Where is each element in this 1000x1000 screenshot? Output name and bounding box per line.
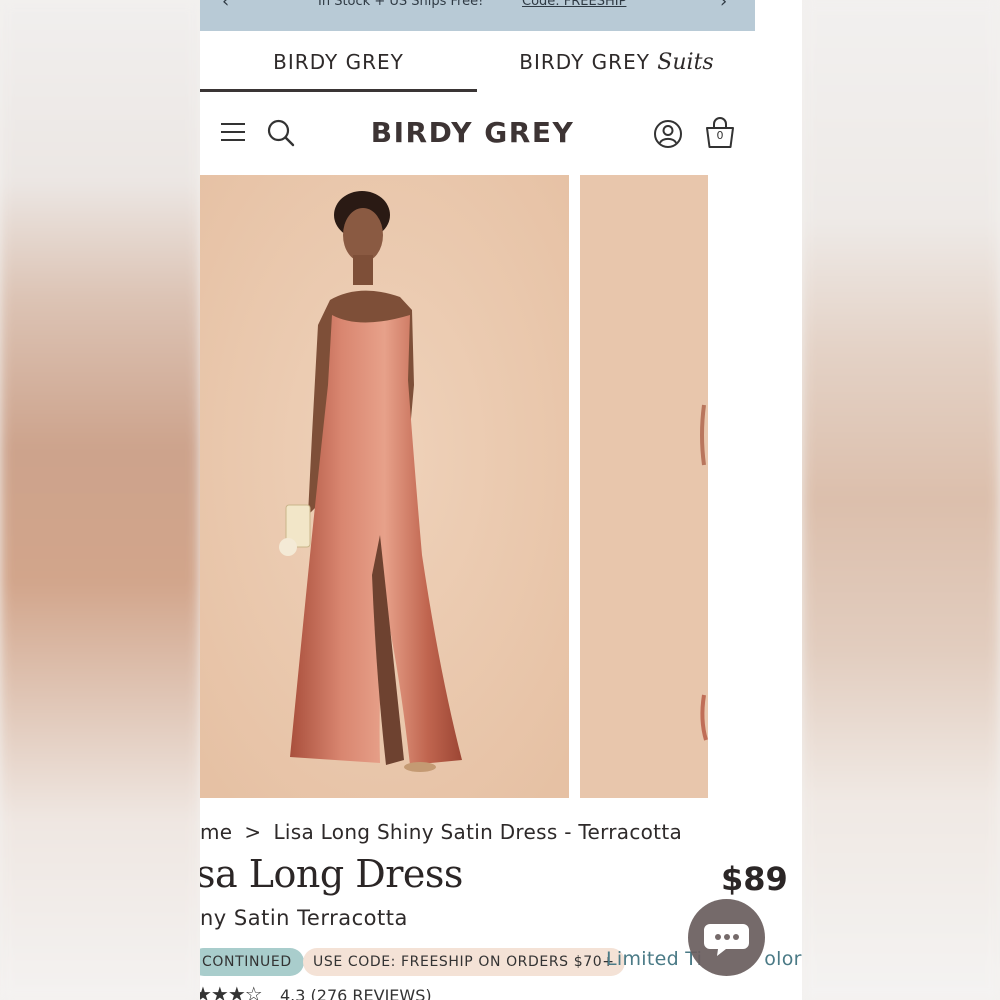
chat-button[interactable] <box>688 899 765 976</box>
breadcrumb: me > Lisa Long Shiny Satin Dress - Terraco… <box>200 820 682 844</box>
product-gallery[interactable] <box>200 175 802 798</box>
product-subtitle: ny Satin Terracotta <box>200 906 408 930</box>
account-icon[interactable] <box>653 119 683 149</box>
promo-bar: ‹ In Stock + US Ships Free! Code: FREESH… <box>200 0 755 31</box>
promo-prev-arrow[interactable]: ‹ <box>222 0 229 12</box>
cart-count: 0 <box>716 129 724 142</box>
breadcrumb-separator: > <box>244 820 262 844</box>
tab-suits-suffix: Suits <box>657 50 714 75</box>
tab-birdy-grey-label: BIRDY GREY <box>273 50 404 74</box>
product-photo-secondary[interactable] <box>580 175 708 798</box>
cart-button[interactable]: 0 <box>703 116 737 150</box>
backdrop-left <box>0 0 200 1000</box>
rating-text: 4.3 (276 REVIEWS) <box>280 986 432 1000</box>
phone-screen: ‹ In Stock + US Ships Free! Code: FREESH… <box>200 0 802 1000</box>
star-rating-icon: ★★★☆ <box>200 982 263 1000</box>
chat-icon <box>704 924 749 956</box>
product-photo-main[interactable] <box>200 175 569 798</box>
product-price: $89 <box>721 860 788 898</box>
dress-model-illustration <box>200 175 569 798</box>
status-badge: CONTINUED <box>200 948 304 976</box>
promo-text: In Stock + US Ships Free! <box>318 0 484 9</box>
breadcrumb-current: Lisa Long Shiny Satin Dress - Terracotta <box>273 820 683 844</box>
tab-suits-label: BIRDY GREY <box>519 50 650 74</box>
backdrop-right <box>802 0 1000 1000</box>
search-icon[interactable] <box>266 118 296 148</box>
promo-code-link[interactable]: Code: FREESHIP <box>522 0 626 9</box>
promo-badge: USE CODE: FREESHIP ON ORDERS $70+ <box>303 948 625 976</box>
tab-birdy-grey-suits[interactable]: BIRDY GREY Suits <box>478 40 755 90</box>
site-header: BIRDY GREY 0 <box>200 108 755 160</box>
tab-birdy-grey[interactable]: BIRDY GREY <box>200 40 477 92</box>
brand-tabs: BIRDY GREY BIRDY GREY Suits <box>200 40 755 92</box>
hamburger-icon[interactable] <box>221 121 245 143</box>
promo-next-arrow[interactable]: › <box>720 0 727 12</box>
site-logo[interactable]: BIRDY GREY <box>370 116 575 149</box>
limited-color-tail: olor <box>764 948 802 970</box>
product-title: sa Long Dress <box>200 852 463 896</box>
breadcrumb-home[interactable]: me <box>200 820 232 844</box>
dress-photo-preview <box>580 175 708 798</box>
